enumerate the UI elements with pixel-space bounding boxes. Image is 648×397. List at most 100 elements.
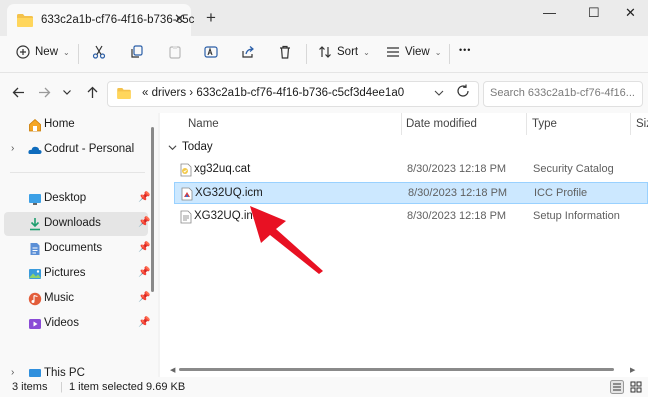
sidebar-item-label: Pictures <box>44 267 86 279</box>
setup-information-file-icon <box>180 210 192 224</box>
search-box[interactable]: Search 633c2a1b-cf76-4f16... <box>483 81 643 107</box>
sidebar-item-music[interactable]: Music 📌 <box>4 287 150 311</box>
column-divider[interactable] <box>526 113 527 135</box>
maximize-button[interactable]: ☐ <box>588 5 600 21</box>
file-type: Setup Information <box>533 210 620 222</box>
tab-active[interactable]: 633c2a1b-cf76-4f16-b736-c5c ✕ <box>7 4 195 36</box>
scroll-left-icon[interactable]: ◀ <box>170 366 175 374</box>
column-divider[interactable] <box>630 113 631 135</box>
recent-chevron-icon[interactable] <box>62 86 72 99</box>
sidebar-item-desktop[interactable]: Desktop 📌 <box>4 187 151 211</box>
videos-icon <box>29 319 41 329</box>
address-bar[interactable]: « drivers › 633c2a1b-cf76-4f16-b736-c5cf… <box>107 81 479 107</box>
group-header-today[interactable]: Today <box>168 141 213 153</box>
icc-profile-file-icon <box>181 187 193 201</box>
paste-button[interactable] <box>168 45 182 59</box>
home-icon <box>29 118 41 132</box>
pictures-icon <box>29 269 41 279</box>
downloads-icon <box>30 218 40 231</box>
file-row-icm[interactable]: XG32UQ.icm 8/30/2023 12:18 PM ICC Profil… <box>174 182 648 204</box>
navigation-pane: Home › Codrut - Personal Desktop 📌 Downl… <box>0 113 158 380</box>
sidebar-item-onedrive[interactable]: › Codrut - Personal <box>4 138 148 162</box>
close-window-button[interactable]: ✕ <box>625 5 636 21</box>
share-button[interactable] <box>241 45 255 59</box>
status-divider: | <box>60 381 63 393</box>
column-divider[interactable] <box>401 113 402 135</box>
sidebar-item-downloads[interactable]: Downloads 📌 <box>4 212 151 236</box>
refresh-icon[interactable] <box>456 84 470 98</box>
cut-button[interactable] <box>92 45 106 59</box>
command-bar: New ⌄ Sort ⌄ View ⌄ ••• <box>0 36 648 73</box>
file-date: 8/30/2023 12:18 PM <box>408 187 508 199</box>
scissors-icon <box>92 45 106 59</box>
pin-icon: 📌 <box>138 317 151 328</box>
sidebar-item-label: Music <box>44 292 75 304</box>
scroll-right-icon[interactable]: ▶ <box>630 366 635 374</box>
chevron-down-icon: ⌄ <box>63 47 70 57</box>
up-arrow-icon[interactable] <box>86 86 99 99</box>
file-name: xg32uq.cat <box>194 163 251 175</box>
back-arrow-icon[interactable] <box>12 86 25 99</box>
search-input[interactable]: Search 633c2a1b-cf76-4f16... <box>490 87 635 99</box>
more-icon: ••• <box>459 45 472 55</box>
music-icon <box>28 292 42 306</box>
documents-icon <box>30 243 40 255</box>
status-bar: 3 items | 1 item selected 9.69 KB <box>0 377 648 397</box>
more-options-button[interactable]: ••• <box>459 45 471 55</box>
file-row-cat[interactable]: xg32uq.cat 8/30/2023 12:18 PM Security C… <box>174 159 648 181</box>
sidebar-divider <box>10 172 145 173</box>
new-tab-button[interactable]: + <box>206 8 216 28</box>
column-header-date[interactable]: Date modified <box>406 118 477 130</box>
rename-button[interactable] <box>204 45 218 59</box>
file-type: Security Catalog <box>533 163 614 175</box>
view-list-icon <box>387 47 399 57</box>
trash-icon <box>280 45 290 59</box>
file-name: XG32UQ.icm <box>195 187 263 199</box>
forward-arrow-icon[interactable] <box>38 86 51 99</box>
pin-icon: 📌 <box>138 267 151 278</box>
pin-icon: 📌 <box>138 192 151 203</box>
sidebar-item-home[interactable]: Home <box>4 113 148 137</box>
sort-label: Sort <box>337 46 359 58</box>
sidebar-item-label: Codrut - Personal <box>44 143 135 155</box>
toolbar-divider <box>78 44 79 64</box>
onedrive-icon <box>28 146 42 154</box>
share-icon <box>242 46 254 58</box>
pin-icon: 📌 <box>138 217 151 228</box>
sidebar-item-documents[interactable]: Documents 📌 <box>4 237 151 261</box>
security-catalog-file-icon <box>180 163 192 177</box>
toolbar-divider <box>449 44 450 64</box>
clipboard-icon <box>169 46 181 59</box>
pin-icon: 📌 <box>138 242 151 253</box>
group-label: Today <box>182 141 213 153</box>
folder-icon <box>17 14 33 27</box>
tiles-view-icon[interactable] <box>629 380 643 394</box>
file-type: ICC Profile <box>534 187 588 199</box>
close-tab-button[interactable]: ✕ <box>174 11 185 27</box>
sidebar-item-videos[interactable]: Videos 📌 <box>4 312 151 336</box>
horizontal-scrollbar[interactable] <box>179 368 614 371</box>
file-row-inf[interactable]: XG32UQ.inf 8/30/2023 12:18 PM Setup Info… <box>174 206 648 228</box>
sidebar-item-pictures[interactable]: Pictures 📌 <box>4 262 151 286</box>
column-header-type[interactable]: Type <box>532 118 557 130</box>
folder-icon <box>117 88 131 99</box>
chevron-down-icon[interactable] <box>434 88 444 98</box>
sidebar-item-label: Videos <box>44 317 79 329</box>
item-count: 3 items <box>12 381 48 393</box>
expand-chevron-icon[interactable]: › <box>11 143 14 154</box>
title-bar: 633c2a1b-cf76-4f16-b736-c5c ✕ + — ☐ ✕ <box>0 0 648 36</box>
column-header-name[interactable]: Name <box>188 118 219 130</box>
column-header-size[interactable]: Siz <box>636 118 648 130</box>
copy-button[interactable] <box>130 45 144 59</box>
details-view-icon[interactable] <box>610 380 624 394</box>
sidebar-scrollbar[interactable] <box>151 127 154 292</box>
tab-title: 633c2a1b-cf76-4f16-b736-c5c <box>41 14 195 26</box>
breadcrumb[interactable]: « drivers › 633c2a1b-cf76-4f16-b736-c5cf… <box>142 87 404 99</box>
delete-button[interactable] <box>278 45 292 59</box>
new-button[interactable]: New ⌄ <box>16 45 70 59</box>
sort-button[interactable]: Sort ⌄ <box>318 45 370 59</box>
rename-icon <box>204 46 218 58</box>
minimize-button[interactable]: — <box>543 5 556 20</box>
view-button[interactable]: View ⌄ <box>386 45 441 59</box>
sidebar-item-label: Downloads <box>44 217 101 229</box>
